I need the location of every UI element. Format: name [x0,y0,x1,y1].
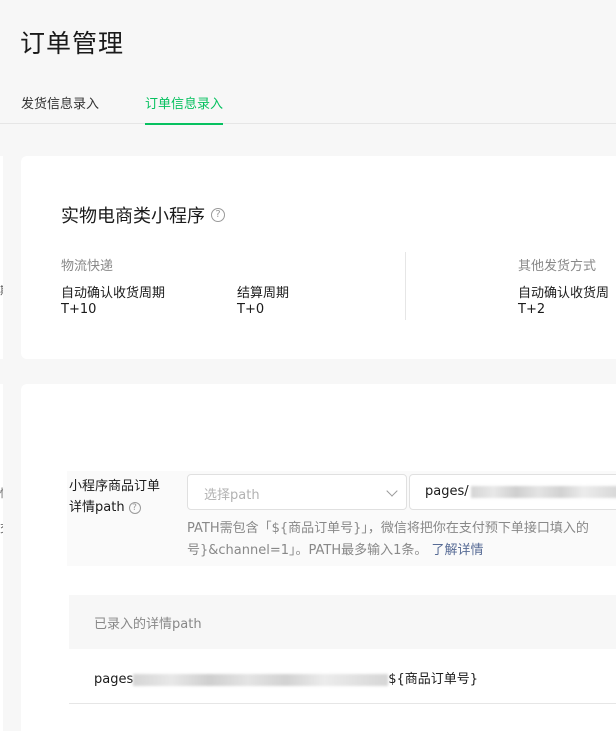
path-select-placeholder: 选择path [204,488,260,503]
tab-order-info[interactable]: 订单信息录入 [145,93,224,125]
order-management-page: 订单管理 发货信息录入 订单信息录入 期 情 交 实物电商类小程序 ? 物流快递… [0,0,616,731]
question-circle-icon[interactable]: ? [211,208,225,222]
path-input-prefix: pages/ [425,484,469,499]
path-hint-line1: PATH需包含「${商品订单号}」，微信将把你在支付预下单接口填入的 [187,521,589,536]
learn-more-link[interactable]: 了解详情 [432,543,484,558]
other-auto-confirm-label: 自动确认收货周 [518,286,610,301]
other-auto-confirm-value: T+2 [518,302,546,317]
path-select[interactable]: 选择path [187,474,407,510]
redacted-path [470,485,616,498]
path-label-line2: 详情path ? [69,497,179,518]
settlement-label: 结算周期 [237,286,290,301]
tab-bar: 发货信息录入 订单信息录入 [0,83,616,125]
path-label-line1: 小程序商品订单 [69,479,161,494]
path-hint: PATH需包含「${商品订单号}」，微信将把你在支付预下单接口填入的 号}&ch… [187,518,616,562]
left-panel-text: 期 [0,282,3,298]
row-path-suffix: ${商品订单号} [388,672,479,687]
row-path-prefix: pages [94,672,134,687]
question-circle-icon[interactable]: ? [128,501,141,514]
path-hint-line2: 号}&channel=1」。PATH最多输入1条。 [187,543,428,558]
detail-path-card: 小程序商品订单 详情path ? 选择path pages/ PATH需包含「$… [21,384,616,731]
table-row: pages ${商品订单号} [69,649,616,704]
path-input[interactable]: pages/ [409,474,616,510]
chevron-down-icon [386,485,398,497]
logistics-group-title: 物流快递 [61,259,114,274]
card-title-text: 实物电商类小程序 [61,206,205,227]
mini-program-category-card: 实物电商类小程序 ? 物流快递 自动确认收货周期 T+10 结算周期 T+0 其… [21,156,616,359]
redacted-path [133,673,389,686]
auto-confirm-value: T+10 [61,302,97,317]
left-panel-text: 交 [0,520,3,536]
auto-confirm-label: 自动确认收货周期 [61,286,166,301]
settlement-value: T+0 [237,302,265,317]
path-form-row: 小程序商品订单 详情path ? 选择path pages/ PATH需包含「$… [67,471,616,566]
left-panel-fragment [0,384,3,731]
path-label-text: 详情path [69,500,125,515]
left-panel-text: 情 [0,485,3,501]
divider [405,252,406,320]
tab-shipping-info[interactable]: 发货信息录入 [21,93,99,124]
page-title: 订单管理 [20,29,125,58]
recorded-path-table: 已录入的详情path pages ${商品订单号} [69,595,616,704]
card-title: 实物电商类小程序 ? [61,202,225,228]
left-panel-fragment [0,156,3,359]
other-shipping-group-title: 其他发货方式 [518,259,597,274]
table-header: 已录入的详情path [69,595,616,649]
path-hint-line2-row: 号}&channel=1」。PATH最多输入1条。 了解详情 [187,540,616,562]
path-field-label: 小程序商品订单 详情path ? [69,476,179,518]
